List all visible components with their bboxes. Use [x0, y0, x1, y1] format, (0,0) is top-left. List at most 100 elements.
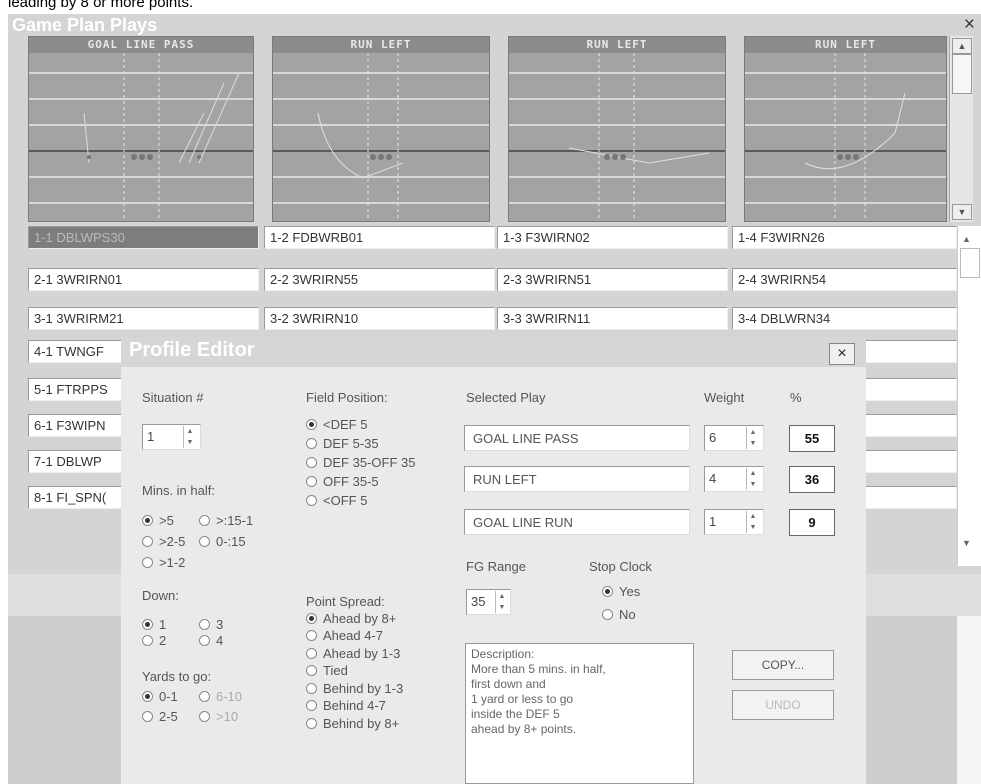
yards-option-2-5[interactable]: 2-5	[142, 709, 178, 724]
scroll-thumb[interactable]	[960, 248, 980, 278]
field-option-off5[interactable]: <OFF 5	[306, 493, 367, 508]
down-label: Down:	[142, 588, 179, 603]
weight-value: 4	[709, 471, 717, 486]
mins-option-gt5[interactable]: >5	[142, 513, 174, 528]
mins-in-half-label: Mins. in half:	[142, 483, 215, 498]
down-option-3[interactable]: 3	[199, 617, 223, 632]
spinner-arrows-icon[interactable]: ▲ ▼	[495, 591, 508, 613]
spinner-arrows-icon[interactable]: ▲ ▼	[183, 426, 196, 448]
radio-selected-icon	[142, 515, 153, 526]
play-diagram-icon	[509, 53, 725, 221]
spinner-arrows-icon[interactable]: ▲ ▼	[746, 468, 759, 490]
grid-cell-3-4[interactable]: 3-4 DBLWRN34	[732, 307, 957, 330]
situation-value: 1	[147, 429, 155, 444]
scroll-up-arrow-icon[interactable]: ▲	[962, 234, 971, 244]
play-thumbnail-1[interactable]: GOAL LINE PASS	[28, 36, 254, 222]
selected-play-1[interactable]: GOAL LINE PASS	[464, 425, 690, 451]
scroll-down-arrow-icon[interactable]: ▼	[962, 538, 971, 548]
mins-option-1-2[interactable]: >1-2	[142, 555, 185, 570]
mins-option-15-1[interactable]: >:15-1	[199, 513, 253, 528]
radio-selected-icon	[602, 586, 613, 597]
radio-icon	[306, 457, 317, 468]
weight-spinner-3[interactable]: 1 ▲ ▼	[704, 509, 764, 535]
copy-button[interactable]: COPY...	[732, 650, 834, 680]
weight-spinner-2[interactable]: 4 ▲ ▼	[704, 466, 764, 492]
down-option-1[interactable]: 1	[142, 617, 166, 632]
profile-editor-dialog: Profile Editor × Situation # 1 ▲ ▼ Mins. …	[121, 337, 866, 784]
yards-to-go-label: Yards to go:	[142, 669, 212, 684]
spread-option-ahead-8[interactable]: Ahead by 8+	[306, 611, 396, 626]
grid-cell-2-1[interactable]: 2-1 3WRIRN01	[28, 268, 259, 291]
field-option-def5-35[interactable]: DEF 5-35	[306, 436, 379, 451]
grid-cell-1-2[interactable]: 1-2 FDBWRB01	[264, 226, 495, 249]
selected-play-label: Selected Play	[466, 390, 546, 405]
play-diagram-icon	[29, 53, 253, 221]
radio-icon	[306, 495, 317, 506]
mins-option-0-15[interactable]: 0-:15	[199, 534, 246, 549]
fg-range-value: 35	[471, 594, 486, 609]
spread-option-ahead-1-3[interactable]: Ahead by 1-3	[306, 646, 400, 661]
grid-cell-2-2[interactable]: 2-2 3WRIRN55	[264, 268, 495, 291]
spinner-arrows-icon[interactable]: ▲ ▼	[746, 511, 759, 533]
radio-icon	[142, 635, 153, 646]
percent-value-2: 36	[789, 466, 835, 493]
weight-value: 1	[709, 514, 717, 529]
selected-play-2[interactable]: RUN LEFT	[464, 466, 690, 492]
play-thumbnail-2[interactable]: RUN LEFT	[272, 36, 490, 222]
stop-clock-label: Stop Clock	[589, 559, 652, 574]
radio-icon	[199, 515, 210, 526]
field-option-def5[interactable]: <DEF 5	[306, 417, 367, 432]
scroll-up-arrow-icon[interactable]: ▲	[952, 38, 972, 54]
spread-option-behind-4-7[interactable]: Behind 4-7	[306, 698, 386, 713]
situation-spinner[interactable]: 1 ▲ ▼	[142, 424, 201, 450]
grid-cell-3-3[interactable]: 3-3 3WRIRN11	[497, 307, 728, 330]
undo-button[interactable]: UNDO	[732, 690, 834, 720]
field-position-label: Field Position:	[306, 390, 388, 405]
selected-play-3[interactable]: GOAL LINE RUN	[464, 509, 690, 535]
description-line: first down and	[471, 677, 546, 691]
yards-option-gt10[interactable]: >10	[199, 709, 238, 724]
radio-icon	[306, 476, 317, 487]
thumbnail-label: GOAL LINE PASS	[29, 37, 253, 53]
lower-scrollbar[interactable]	[957, 616, 981, 784]
grid-cell-1-1[interactable]: 1-1 DBLWPS30	[28, 226, 259, 249]
yards-option-0-1[interactable]: 0-1	[142, 689, 178, 704]
description-line: ahead by 8+ points.	[471, 722, 577, 736]
grid-cell-2-4[interactable]: 2-4 3WRIRN54	[732, 268, 957, 291]
caption-text: leading by 8 or more points.	[8, 0, 194, 11]
fg-range-spinner[interactable]: 35 ▲ ▼	[466, 589, 511, 615]
dialog-close-button[interactable]: ×	[829, 343, 855, 365]
down-option-2[interactable]: 2	[142, 633, 166, 648]
spinner-arrows-icon[interactable]: ▲ ▼	[746, 427, 759, 449]
play-thumbnail-3[interactable]: RUN LEFT	[508, 36, 726, 222]
play-thumbnail-4[interactable]: RUN LEFT	[744, 36, 947, 222]
scroll-down-arrow-icon[interactable]: ▼	[952, 204, 972, 220]
grid-cell-3-2[interactable]: 3-2 3WRIRN10	[264, 307, 495, 330]
window-close-button[interactable]: ×	[964, 14, 975, 36]
spread-option-tied[interactable]: Tied	[306, 663, 348, 678]
radio-icon	[306, 718, 317, 729]
field-option-off35-5[interactable]: OFF 35-5	[306, 474, 379, 489]
grid-cell-3-1[interactable]: 3-1 3WRIRM21	[28, 307, 259, 330]
spread-option-behind-1-3[interactable]: Behind by 1-3	[306, 681, 403, 696]
down-option-4[interactable]: 4	[199, 633, 223, 648]
spread-option-behind-8[interactable]: Behind by 8+	[306, 716, 399, 731]
grid-cell-2-3[interactable]: 2-3 3WRIRN51	[497, 268, 728, 291]
grid-cell-1-4[interactable]: 1-4 F3WIRN26	[732, 226, 957, 249]
grid-scrollbar[interactable]: ▲ ▼	[957, 226, 981, 566]
mins-option-2-5[interactable]: >2-5	[142, 534, 185, 549]
yards-option-6-10[interactable]: 6-10	[199, 689, 242, 704]
scroll-thumb[interactable]	[952, 54, 972, 94]
point-spread-label: Point Spread:	[306, 594, 385, 609]
spread-option-ahead-4-7[interactable]: Ahead 4-7	[306, 628, 383, 643]
stop-clock-no[interactable]: No	[602, 607, 636, 622]
grid-cell-1-3[interactable]: 1-3 F3WIRN02	[497, 226, 728, 249]
weight-spinner-1[interactable]: 6 ▲ ▼	[704, 425, 764, 451]
percent-value-3: 9	[789, 509, 835, 536]
stop-clock-yes[interactable]: Yes	[602, 584, 640, 599]
thumbnail-scrollbar[interactable]: ▲ ▼	[949, 36, 973, 222]
play-diagram-icon	[273, 53, 489, 221]
fg-range-label: FG Range	[466, 559, 526, 574]
radio-icon	[306, 630, 317, 641]
field-option-def35-off35[interactable]: DEF 35-OFF 35	[306, 455, 415, 470]
